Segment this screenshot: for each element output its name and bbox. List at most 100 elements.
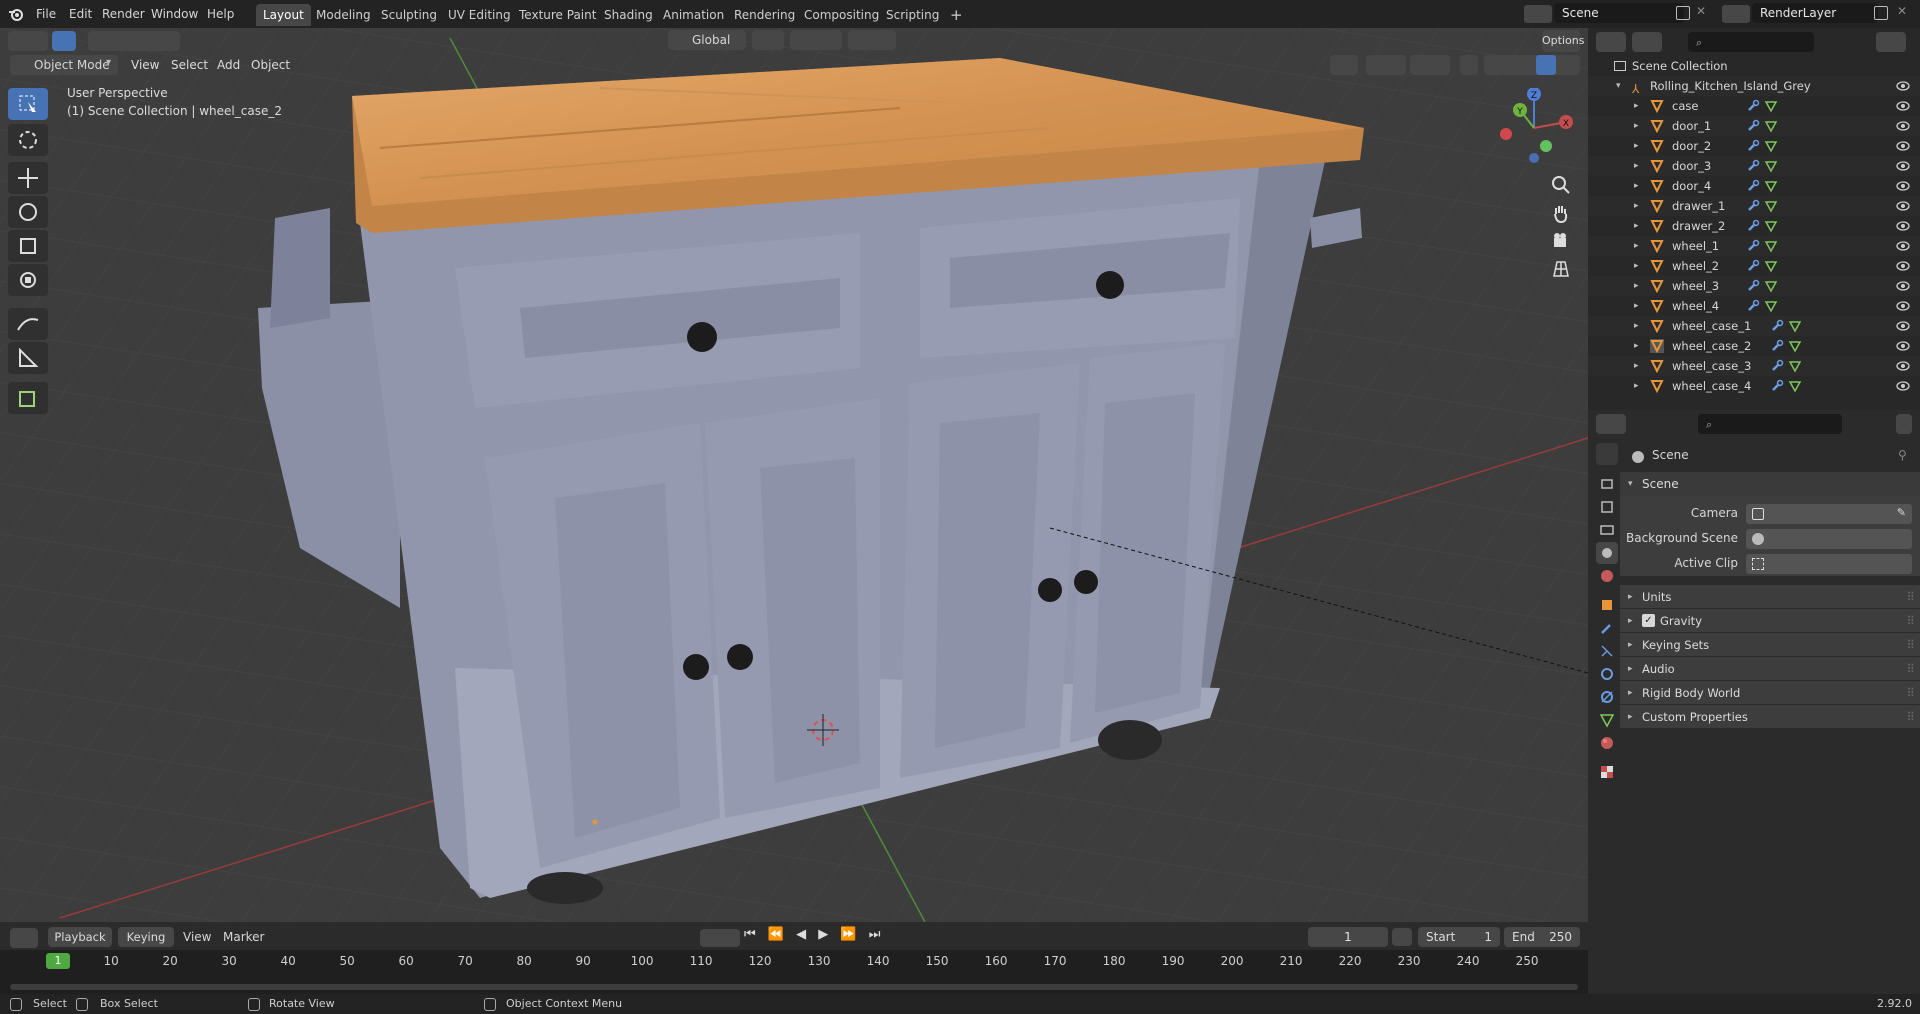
add-cube-tool[interactable] [8,382,48,414]
eye-icon[interactable] [1896,360,1910,372]
mesh-data-icon[interactable] [1764,299,1778,313]
menu-help[interactable]: Help [207,4,234,24]
eye-icon[interactable] [1896,320,1910,332]
object-mode-dropdown[interactable]: Object Mode ▾ [10,55,118,75]
mesh-data-icon[interactable] [1764,279,1778,293]
outliner-row-drawer-2[interactable]: ▸ drawer_2 [1588,216,1920,236]
constraints-tab-icon[interactable] [1596,686,1618,708]
data-tab-icon[interactable] [1596,709,1618,731]
gizmo-toggle-icon[interactable] [1366,55,1406,75]
timeline-menu-marker[interactable]: Marker [223,930,264,944]
drag-handle-icon[interactable]: ⠿ [1906,657,1915,681]
outliner-row-wheel-1[interactable]: ▸ wheel_1 [1588,236,1920,256]
overlay-toggle-icon[interactable] [1410,55,1450,75]
camera-view-icon[interactable] [1548,228,1574,254]
material-tab-icon[interactable] [1596,732,1618,754]
mesh-data-icon[interactable] [1764,139,1778,153]
mesh-data-icon[interactable] [1788,359,1802,373]
outliner-row-wheel-3[interactable]: ▸ wheel_3 [1588,276,1920,296]
modifier-wrench-icon[interactable] [1746,159,1760,173]
viewport-menu-add[interactable]: Add [217,58,240,72]
scene-selector[interactable]: Scene [1554,3,1684,23]
outliner-search-input[interactable]: ⌕ [1688,32,1814,52]
blender-logo-icon[interactable] [8,6,24,22]
subpanel-units[interactable]: ▸ Units ⠿ [1620,584,1920,608]
outliner-row-wheel-case-3[interactable]: ▸ wheel_case_3 [1588,356,1920,376]
particles-tab-icon[interactable] [1596,640,1618,662]
expand-arrow-icon[interactable]: ▸ [1634,276,1639,296]
snap-icon[interactable] [790,30,842,50]
eye-icon[interactable] [1896,380,1910,392]
mesh-data-icon[interactable] [1788,339,1802,353]
scale-tool[interactable] [8,230,48,262]
expand-arrow-icon[interactable]: ▸ [1634,316,1639,336]
modifier-wrench-icon[interactable] [1770,359,1784,373]
expand-arrow-icon[interactable]: ▸ [1634,156,1639,176]
expand-arrow-icon[interactable]: ▸ [1634,336,1639,356]
add-workspace-button[interactable]: + [943,4,970,26]
outliner-row-drawer-1[interactable]: ▸ drawer_1 [1588,196,1920,216]
scene-type-icon[interactable] [1524,5,1552,23]
new-scene-icon[interactable] [1676,6,1690,20]
eye-icon[interactable] [1896,300,1910,312]
properties-editor-icon[interactable] [1596,414,1626,434]
modifier-wrench-icon[interactable] [1770,339,1784,353]
eye-icon[interactable] [1896,100,1910,112]
tool-tab-icon[interactable] [1596,443,1618,465]
tab-texture-paint[interactable]: Texture Paint [512,4,603,26]
close-icon[interactable]: ✕ [1696,4,1706,18]
collapse-arrow-icon[interactable]: ▾ [1616,76,1621,96]
viewport-menu-object[interactable]: Object [251,58,290,72]
outliner-row-wheel-4[interactable]: ▸ wheel_4 [1588,296,1920,316]
eye-icon[interactable] [1896,120,1910,132]
expand-arrow-icon[interactable]: ▸ [1634,176,1639,196]
render-tab-icon[interactable] [1596,473,1618,495]
expand-arrow-icon[interactable]: ▸ [1634,256,1639,276]
expand-arrow-icon[interactable]: ▸ [1634,376,1639,396]
object-tab-icon[interactable] [1596,594,1618,616]
subpanel-gravity[interactable]: ▸ ✓ Gravity ⠿ [1620,608,1920,632]
playback-controls[interactable]: ⏮ ⏪ ◀ ▶ ⏩ ⏭ [744,927,884,942]
gravity-checkbox[interactable]: ✓ [1642,614,1655,627]
outliner-row-case[interactable]: ▸ case [1588,96,1920,116]
menu-window[interactable]: Window [151,4,198,24]
eye-icon[interactable] [1896,180,1910,192]
active-clip-field[interactable] [1746,554,1912,574]
expand-arrow-icon[interactable]: ▸ [1634,96,1639,116]
end-frame-field[interactable]: End 250 [1504,927,1580,947]
eyedropper-icon[interactable]: ✎ [1897,506,1906,519]
xray-toggle-icon[interactable] [1460,55,1478,75]
mesh-data-icon[interactable] [1764,219,1778,233]
tab-rendering[interactable]: Rendering [727,4,802,26]
tab-uv-editing[interactable]: UV Editing [441,4,518,26]
expand-arrow-icon[interactable]: ▸ [1634,356,1639,376]
outliner-row-door-3[interactable]: ▸ door_3 [1588,156,1920,176]
viewport-menu-view[interactable]: View [131,58,159,72]
menu-render[interactable]: Render [102,4,145,24]
modifier-wrench-icon[interactable] [1746,99,1760,113]
physics-tab-icon[interactable] [1596,663,1618,685]
current-frame-field[interactable]: 1 [1308,927,1388,947]
select-tool-icon[interactable] [52,31,76,51]
eye-icon[interactable] [1896,340,1910,352]
eye-icon[interactable] [1896,200,1910,212]
modifier-wrench-icon[interactable] [1746,179,1760,193]
eye-icon[interactable] [1896,80,1910,92]
display-mode-icon[interactable] [1632,32,1662,52]
timeline-ruler[interactable]: 10 20 30 40 50 60 70 80 90 100 110 120 130 140 150 160 1… [0,950,1588,994]
transform-tool[interactable] [8,264,48,296]
clock-icon[interactable] [1392,928,1412,946]
select-box-tool[interactable] [8,88,48,120]
expand-arrow-icon[interactable]: ▸ [1634,216,1639,236]
outliner-row-door-4[interactable]: ▸ door_4 [1588,176,1920,196]
subpanel-rigid-body-world[interactable]: ▸ Rigid Body World ⠿ [1620,680,1920,704]
subpanel-custom-properties[interactable]: ▸ Custom Properties ⠿ [1620,704,1920,728]
scene-collection-row[interactable]: Scene Collection [1588,56,1920,76]
tab-layout[interactable]: Layout [256,4,311,26]
eye-icon[interactable] [1896,240,1910,252]
modifier-wrench-icon[interactable] [1746,239,1760,253]
tab-sculpting[interactable]: Sculpting [374,4,444,26]
chevron-down-icon[interactable] [1896,414,1912,434]
drag-handle-icon[interactable]: ⠿ [1906,609,1915,633]
cursor-tool[interactable] [8,124,48,156]
